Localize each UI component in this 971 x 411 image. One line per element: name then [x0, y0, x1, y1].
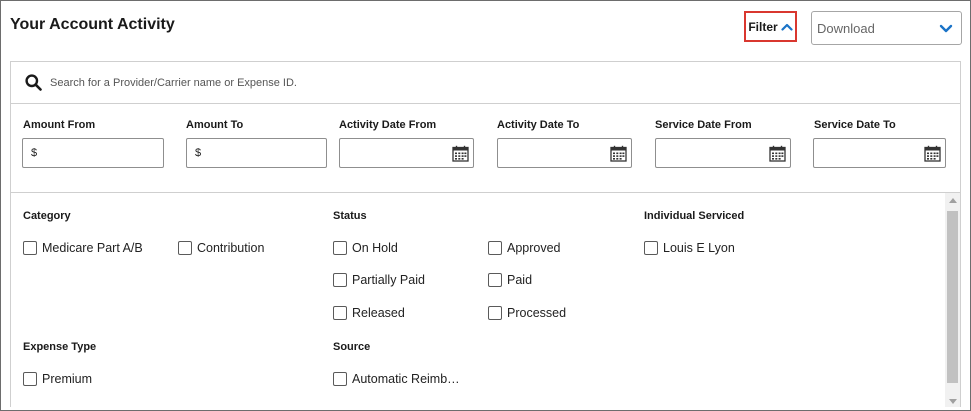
download-label: Download [817, 20, 875, 36]
checkbox-released[interactable]: Released [333, 306, 405, 320]
checkbox[interactable] [488, 241, 502, 255]
search-icon [25, 74, 42, 91]
checkbox[interactable] [23, 372, 37, 386]
checkbox-louis-e-lyon[interactable]: Louis E Lyon [644, 241, 735, 255]
checkbox-automatic-reimbursement[interactable]: Automatic Reimb… [333, 372, 460, 386]
individual-serviced-label: Individual Serviced [644, 210, 745, 222]
checkbox-on-hold[interactable]: On Hold [333, 241, 398, 255]
amount-from-label: Amount From [23, 119, 96, 131]
checkbox-label: Automatic Reimb… [352, 372, 460, 386]
account-activity-card: Your Account Activity Filter Download Am… [0, 0, 971, 411]
checkbox-contribution[interactable]: Contribution [178, 241, 264, 255]
currency-prefix: $ [195, 147, 202, 159]
checkbox[interactable] [23, 241, 37, 255]
section-divider [11, 192, 960, 193]
search-input[interactable] [50, 71, 930, 95]
checkbox-processed[interactable]: Processed [488, 306, 566, 320]
checkbox-label: Processed [507, 306, 567, 320]
checkbox-medicare-part-ab[interactable]: Medicare Part A/B [23, 241, 143, 255]
currency-prefix: $ [31, 147, 38, 159]
checkbox[interactable] [333, 372, 347, 386]
chevron-down-icon [939, 24, 953, 32]
service-date-to-input[interactable] [813, 138, 946, 168]
amount-to-label: Amount To [186, 119, 244, 131]
checkbox-label: Louis E Lyon [663, 241, 735, 255]
checkbox[interactable] [333, 273, 347, 287]
checkbox-label: Contribution [197, 241, 265, 255]
download-dropdown[interactable]: Download [811, 11, 962, 45]
status-label: Status [333, 210, 367, 222]
checkbox[interactable] [333, 306, 347, 320]
filter-panel: Amount From $ Amount To $ Activity Date … [10, 61, 961, 407]
calendar-icon[interactable] [924, 145, 941, 162]
amount-from-input[interactable]: $ [22, 138, 164, 168]
activity-date-to-label: Activity Date To [497, 119, 580, 131]
service-date-from-input[interactable] [655, 138, 791, 168]
calendar-icon[interactable] [452, 145, 469, 162]
checkbox-label: Premium [42, 372, 93, 386]
checkbox-label: Medicare Part A/B [42, 241, 143, 255]
service-date-from-label: Service Date From [655, 119, 752, 131]
expense-type-label: Expense Type [23, 341, 97, 353]
source-label: Source [333, 341, 371, 353]
calendar-icon[interactable] [610, 145, 627, 162]
page-title: Your Account Activity [10, 16, 175, 33]
scroll-down-arrow-icon[interactable] [949, 399, 957, 404]
checkbox[interactable] [333, 241, 347, 255]
chevron-up-icon [781, 23, 793, 31]
checkbox[interactable] [488, 306, 502, 320]
checkbox-paid[interactable]: Paid [488, 273, 532, 287]
checkbox-premium[interactable]: Premium [23, 372, 92, 386]
activity-date-from-input[interactable] [339, 138, 474, 168]
scrollbar-thumb[interactable] [947, 211, 958, 383]
checkbox-label: On Hold [352, 241, 398, 255]
calendar-icon[interactable] [769, 145, 786, 162]
checkbox-label: Partially Paid [352, 273, 425, 287]
checkbox[interactable] [644, 241, 658, 255]
filter-toggle-button[interactable]: Filter [744, 11, 797, 42]
checkbox-label: Paid [507, 273, 533, 287]
checkbox-partially-paid[interactable]: Partially Paid [333, 273, 425, 287]
checkbox-label: Released [352, 306, 405, 320]
search-bar [11, 62, 960, 104]
category-label: Category [23, 210, 71, 222]
amount-to-input[interactable]: $ [186, 138, 327, 168]
checkbox[interactable] [488, 273, 502, 287]
service-date-to-label: Service Date To [814, 119, 896, 131]
activity-date-from-label: Activity Date From [339, 119, 437, 131]
vertical-scrollbar[interactable] [945, 193, 960, 407]
activity-date-to-input[interactable] [497, 138, 632, 168]
filter-label: Filter [748, 19, 778, 34]
checkbox-label: Approved [507, 241, 561, 255]
checkbox[interactable] [178, 241, 192, 255]
checkbox-approved[interactable]: Approved [488, 241, 561, 255]
scroll-up-arrow-icon[interactable] [949, 198, 957, 203]
